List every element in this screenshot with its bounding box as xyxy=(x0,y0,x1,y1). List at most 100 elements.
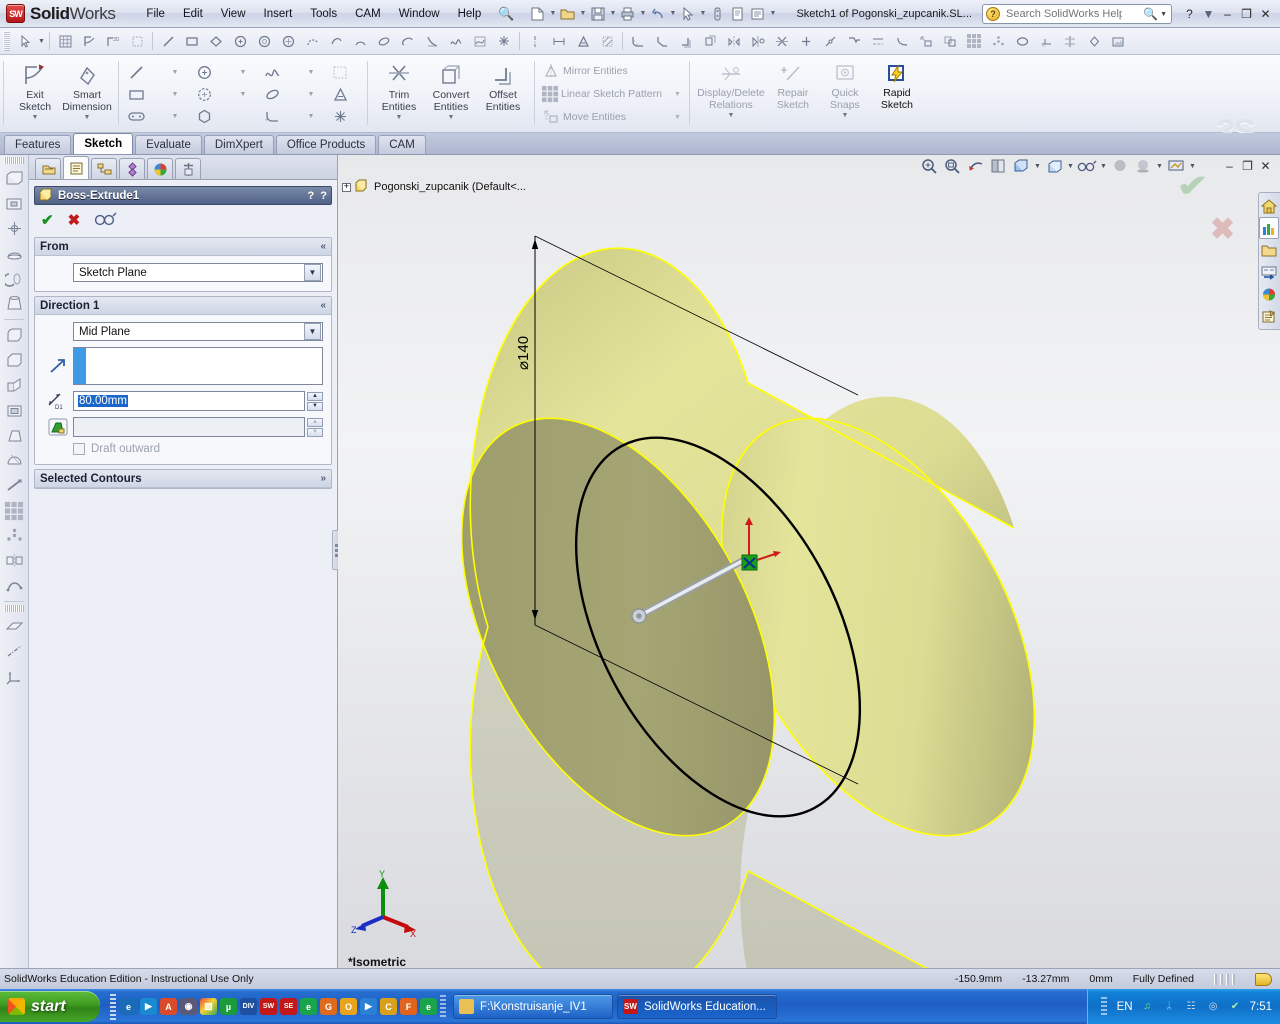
toolbar-grip[interactable] xyxy=(3,31,10,51)
chevron-down-icon[interactable]: ▼ xyxy=(448,114,455,121)
dome-icon[interactable] xyxy=(2,448,27,473)
magnifier-icon[interactable]: 🔍 xyxy=(498,6,514,22)
cancel-button[interactable]: ✖ xyxy=(68,211,81,229)
dynamic-mirror-icon[interactable] xyxy=(746,30,770,53)
tab-dimxpert[interactable]: DimXpert xyxy=(203,135,274,154)
menu-view[interactable]: View xyxy=(212,4,255,24)
revolve-boss-icon[interactable] xyxy=(2,241,27,266)
help-search-caret-icon[interactable]: ▼ xyxy=(1160,11,1171,18)
mirror-icon[interactable] xyxy=(2,548,27,573)
ellipse-tool-caret[interactable]: ▼ xyxy=(294,83,328,106)
ellipse-tool-icon[interactable] xyxy=(260,83,284,106)
curve-icon[interactable] xyxy=(2,573,27,598)
ok-button[interactable]: ✔ xyxy=(41,211,54,229)
circular-pattern-icon[interactable] xyxy=(986,30,1010,53)
appearances-scenes-button[interactable] xyxy=(1259,305,1279,327)
revolve-cut-icon[interactable] xyxy=(2,266,27,291)
ellipse-icon[interactable] xyxy=(372,30,396,53)
trim-entities-button[interactable]: Trim Entities ▼ xyxy=(373,57,425,121)
window-controls[interactable]: ? ▼ – ❐ ✕ xyxy=(1181,5,1274,22)
media-icon[interactable]: ▶ xyxy=(360,998,377,1015)
help-icon[interactable]: ? xyxy=(320,190,327,202)
construction-icon[interactable] xyxy=(866,30,890,53)
direction-reference-selection-box[interactable] xyxy=(73,347,323,385)
minimize-button[interactable]: – xyxy=(1219,5,1236,22)
new-document-caret-icon[interactable]: ▼ xyxy=(548,4,557,23)
antivirus-icon[interactable]: ◎ xyxy=(1206,999,1221,1014)
three-point-arc-icon[interactable] xyxy=(324,30,348,53)
display-manager-tab[interactable] xyxy=(147,158,173,179)
depth-stepper[interactable]: ▲ ▼ xyxy=(307,391,323,411)
model-preview[interactable]: ⌀140 xyxy=(338,155,1280,977)
linear-pattern-icon[interactable] xyxy=(2,498,27,523)
toolbar-grip[interactable] xyxy=(4,157,24,164)
fillet-tool-caret[interactable]: ▼ xyxy=(294,105,328,128)
tab-evaluate[interactable]: Evaluate xyxy=(135,135,202,154)
sketch-icon[interactable] xyxy=(77,30,101,53)
dimxpert-manager-tab[interactable] xyxy=(119,158,145,179)
rectangle-icon[interactable] xyxy=(180,30,204,53)
view-palette-button[interactable] xyxy=(1259,283,1279,305)
wrap-icon[interactable] xyxy=(2,473,27,498)
menu-tools[interactable]: Tools xyxy=(301,4,346,24)
taskbar-item-explorer[interactable]: F:\Konstruisanje_IV1 xyxy=(453,994,613,1019)
new-document-button[interactable] xyxy=(528,4,547,23)
chevron-up-icon[interactable]: « xyxy=(320,300,326,311)
feature-manager-tab[interactable] xyxy=(35,158,61,179)
line-icon[interactable] xyxy=(156,30,180,53)
move-entities-icon[interactable] xyxy=(914,30,938,53)
plane-icon[interactable] xyxy=(2,614,27,639)
selected-contours-section-header[interactable]: Selected Contours » xyxy=(35,470,331,488)
chevron-down-icon[interactable]: ▼ xyxy=(841,112,848,119)
arc-tool-icon[interactable] xyxy=(192,83,216,106)
point-star-icon[interactable] xyxy=(492,30,516,53)
menu-help[interactable]: Help xyxy=(449,4,491,24)
toolbar-grip-2[interactable] xyxy=(4,605,24,612)
offset-icon[interactable] xyxy=(674,30,698,53)
centerline-icon[interactable] xyxy=(523,30,547,53)
circle-tool-icon[interactable] xyxy=(192,61,216,84)
sketch-chamfer-icon[interactable] xyxy=(650,30,674,53)
print-document-caret-icon[interactable]: ▼ xyxy=(638,4,647,23)
spline-surface-icon[interactable] xyxy=(468,30,492,53)
menu-edit[interactable]: Edit xyxy=(174,4,212,24)
tray-grip[interactable] xyxy=(1100,996,1107,1017)
rib-icon[interactable] xyxy=(2,373,27,398)
slot-tool-caret[interactable]: ▼ xyxy=(158,105,192,128)
configuration-manager-tab[interactable] xyxy=(91,158,117,179)
axis-icon[interactable] xyxy=(2,639,27,664)
hatch-icon[interactable] xyxy=(595,30,619,53)
help-button[interactable]: ? xyxy=(1181,5,1198,22)
circle-perimeter-icon[interactable] xyxy=(252,30,276,53)
stepper-down-icon[interactable]: ▼ xyxy=(307,401,323,411)
partial-ellipse-icon[interactable] xyxy=(396,30,420,53)
shell-icon[interactable] xyxy=(2,398,27,423)
preview-button[interactable] xyxy=(94,212,118,229)
magnifier-icon[interactable]: 🔍 xyxy=(1143,7,1160,21)
reverse-direction-icon[interactable] xyxy=(43,357,73,375)
firefox-icon[interactable]: F xyxy=(400,998,417,1015)
point-tool-icon[interactable] xyxy=(328,105,352,128)
opera-icon[interactable]: O xyxy=(340,998,357,1015)
circle-center-icon[interactable] xyxy=(228,30,252,53)
solidworks-resources-button[interactable] xyxy=(1259,195,1279,217)
options-caret-icon[interactable]: ▼ xyxy=(768,4,777,23)
parabola-icon[interactable] xyxy=(420,30,444,53)
chamfer-icon[interactable] xyxy=(2,348,27,373)
chevron-down-icon[interactable]: ▼ xyxy=(727,112,734,119)
exit-sketch-button[interactable]: Exit Sketch ▼ xyxy=(9,57,61,121)
file-properties-button[interactable] xyxy=(728,4,747,23)
start-button[interactable]: start xyxy=(0,991,100,1022)
tab-features[interactable]: Features xyxy=(4,135,72,154)
arc-tool-caret[interactable]: ▼ xyxy=(226,83,260,106)
circular-pattern-icon[interactable] xyxy=(2,523,27,548)
modify-sketch-icon[interactable] xyxy=(1058,30,1082,53)
quick-access-toolbar[interactable]: ▼ ▼ ▼ ▼ ▼ ▼ ▼ Sketch1 of Pogonski_zupcan… xyxy=(528,4,972,23)
menu-insert[interactable]: Insert xyxy=(255,4,302,24)
rapid-sketch-button[interactable]: Rapid Sketch xyxy=(871,57,923,111)
property-manager-tab[interactable] xyxy=(63,156,89,179)
spline-tool-icon[interactable] xyxy=(260,61,284,84)
chevron-down-icon[interactable]: ▼ xyxy=(84,114,91,121)
midpoint-line-icon[interactable] xyxy=(547,30,571,53)
tangent-arc-icon[interactable] xyxy=(300,30,324,53)
